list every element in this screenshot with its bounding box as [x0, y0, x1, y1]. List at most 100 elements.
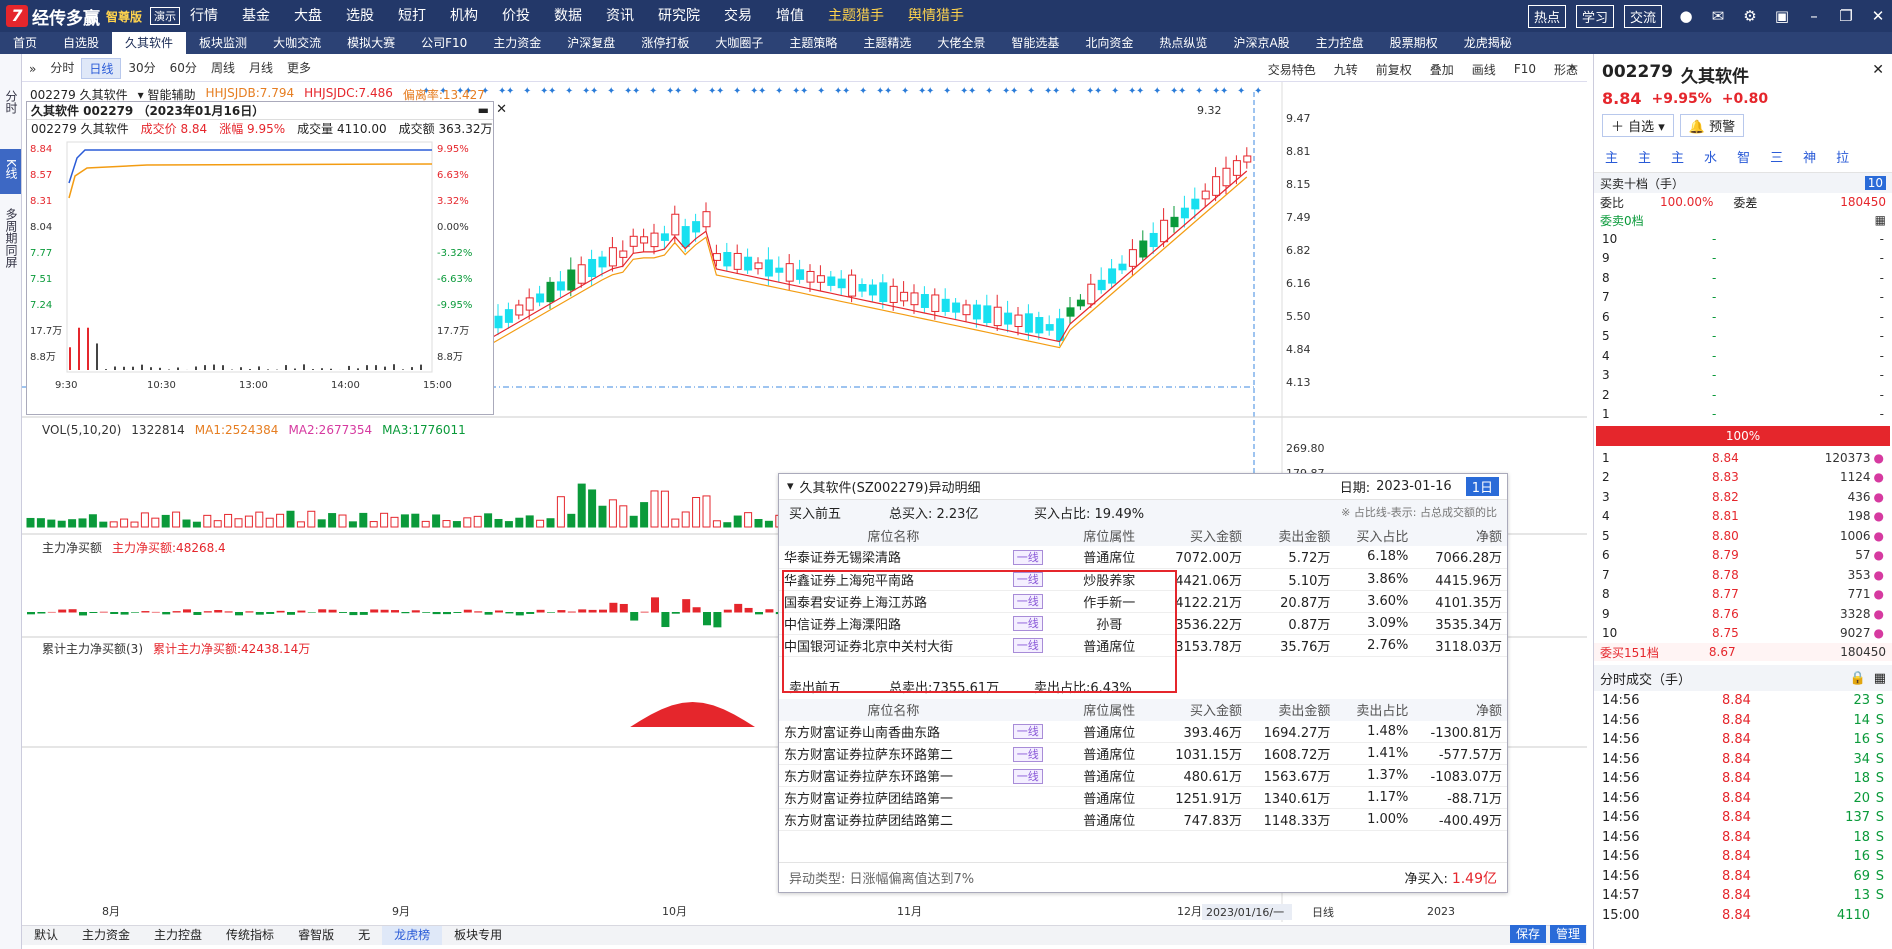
top-menu-item[interactable]: 交易 — [712, 0, 764, 32]
table-row[interactable]: 东方财富证券拉萨东环路第一 一线 普通席位 480.61万 1563.67万 1.37% -… — [779, 765, 1507, 787]
tab-item[interactable]: 主题精选 — [850, 32, 924, 54]
exchange-button[interactable]: 交流 — [1623, 4, 1662, 28]
period-tab[interactable]: 日线 — [81, 58, 122, 79]
tab-item[interactable]: 龙虎揭秘 — [1451, 32, 1525, 54]
tab-item[interactable]: 热点纵览 — [1146, 32, 1220, 54]
close-icon[interactable]: ✕ — [1864, 7, 1892, 25]
bid-row[interactable]: 5 8.80 1006 ● — [1594, 526, 1892, 546]
minimize-icon[interactable]: – — [1800, 7, 1828, 25]
bottom-tab[interactable]: 板块专用 — [442, 926, 514, 945]
bid-row[interactable]: 3 8.82 436 ● — [1594, 487, 1892, 507]
chart-tool[interactable]: 交易特色 — [1259, 61, 1325, 78]
top-menu-item[interactable]: 价投 — [490, 0, 542, 32]
quick-button[interactable]: 三 — [1765, 147, 1788, 166]
chart-tool[interactable]: 形态 — [1545, 61, 1587, 78]
save-button[interactable]: 保存 — [1510, 925, 1547, 943]
intraday-minimize-icon[interactable]: ▬ — [478, 103, 489, 117]
ask-row[interactable]: 5 - - — [1594, 327, 1892, 347]
seat-tag[interactable]: 一线 — [1012, 768, 1043, 784]
skin-icon[interactable]: ▣ — [1768, 7, 1796, 25]
bottom-tab[interactable]: 主力资金 — [70, 926, 142, 945]
panel-collapse-icon[interactable]: ▾ — [787, 479, 794, 494]
tab-item[interactable]: 大咖圈子 — [702, 32, 776, 54]
period-tab[interactable]: 分时 — [43, 58, 81, 79]
seat-tag[interactable]: 一线 — [1012, 549, 1043, 565]
bid-row[interactable]: 8 8.77 771 ● — [1594, 585, 1892, 605]
tab-item[interactable]: 沪深京A股 — [1220, 32, 1302, 54]
chart-tool[interactable]: 九转 — [1325, 61, 1367, 78]
quick-button[interactable]: 主 — [1666, 147, 1689, 166]
alert-button[interactable]: 🔔 预警 — [1679, 114, 1745, 137]
settings-icon[interactable]: ⚙ — [1736, 7, 1764, 25]
tab-item[interactable]: 涨停打板 — [628, 32, 702, 54]
expand-icon[interactable]: » — [1568, 60, 1577, 76]
bid-row[interactable]: 9 8.76 3328 ● — [1594, 604, 1892, 624]
top-menu-item[interactable]: 短打 — [386, 0, 438, 32]
bid-row[interactable]: 10 8.75 9027 ● — [1594, 624, 1892, 644]
period-tab[interactable]: 60分 — [163, 58, 204, 79]
ticks-expand-icon[interactable]: ▦ — [1874, 671, 1886, 686]
sell-count-expand-icon[interactable]: ▦ — [1875, 213, 1886, 227]
table-row[interactable]: 东方财富证券拉萨团结路第二 普通席位 747.83万 1148.33万 1.00% -40… — [779, 809, 1507, 831]
chart-tool[interactable]: 叠加 — [1421, 61, 1463, 78]
tab-item[interactable]: 久其软件 — [112, 32, 187, 54]
period-tab[interactable]: 周线 — [204, 58, 242, 79]
sidebar-item-kline[interactable]: K线 — [0, 149, 21, 194]
seat-tag[interactable]: 一线 — [1012, 724, 1043, 740]
bottom-tab[interactable]: 传统指标 — [214, 926, 286, 945]
intraday-close-icon[interactable]: ✕ — [496, 102, 507, 117]
ask-row[interactable]: 3 - - — [1594, 366, 1892, 386]
tab-item[interactable]: 模拟大赛 — [334, 32, 408, 54]
tab-item[interactable]: 主题策略 — [776, 32, 850, 54]
tab-item[interactable]: 首页 — [0, 32, 50, 54]
collapse-icon[interactable]: » — [22, 61, 43, 77]
message-icon[interactable]: ✉ — [1704, 7, 1732, 25]
tab-item[interactable]: 板块监测 — [186, 32, 260, 54]
bottom-tab[interactable]: 无 — [346, 926, 382, 945]
top-menu-item[interactable]: 主题猎手 — [816, 0, 896, 32]
lock-icon[interactable]: 🔒 — [1850, 671, 1866, 686]
quick-button[interactable]: 智 — [1732, 147, 1755, 166]
tab-item[interactable]: 自选股 — [50, 32, 112, 54]
ask-row[interactable]: 6 - - — [1594, 307, 1892, 327]
top-menu-item[interactable]: 基金 — [230, 0, 282, 32]
bid-row[interactable]: 4 8.81 198 ● — [1594, 507, 1892, 527]
ask-row[interactable]: 2 - - — [1594, 385, 1892, 405]
user-icon[interactable]: ● — [1672, 7, 1700, 25]
ask-row[interactable]: 10 - - — [1594, 229, 1892, 249]
tab-item[interactable]: 大咖交流 — [260, 32, 334, 54]
top-menu-item[interactable]: 大盘 — [282, 0, 334, 32]
top-menu-item[interactable]: 研究院 — [646, 0, 712, 32]
demo-badge[interactable]: 演示 — [150, 7, 181, 25]
chart-tool[interactable]: 前复权 — [1367, 61, 1421, 78]
bid-row[interactable]: 1 8.84 120373 ● — [1594, 448, 1892, 468]
top-menu-item[interactable]: 行情 — [178, 0, 230, 32]
quick-button[interactable]: 拉 — [1831, 147, 1854, 166]
learn-button[interactable]: 学习 — [1575, 4, 1614, 28]
table-row[interactable]: 东方财富证券拉萨团结路第一 普通席位 1251.91万 1340.61万 1.17% -8… — [779, 787, 1507, 809]
table-row[interactable]: 东方财富证券山南香曲东路 一线 普通席位 393.46万 1694.27万 1.48% -1… — [779, 721, 1507, 743]
chart-tool[interactable]: F10 — [1505, 62, 1545, 76]
quick-button[interactable]: 主 — [1633, 147, 1656, 166]
bid-row[interactable]: 7 8.78 353 ● — [1594, 565, 1892, 585]
restore-icon[interactable]: ❐ — [1832, 7, 1860, 25]
ask-row[interactable]: 7 - - — [1594, 288, 1892, 308]
ask-row[interactable]: 8 - - — [1594, 268, 1892, 288]
tab-item[interactable]: 智能选基 — [998, 32, 1072, 54]
period-tab[interactable]: 30分 — [121, 58, 162, 79]
tab-item[interactable]: 北向资金 — [1072, 32, 1146, 54]
tab-item[interactable]: 股票期权 — [1377, 32, 1451, 54]
bottom-tab[interactable]: 睿智版 — [286, 926, 346, 945]
tab-item[interactable]: 主力资金 — [480, 32, 554, 54]
orderbook-count[interactable]: 10 — [1864, 176, 1886, 190]
panel-close-icon[interactable]: ✕ — [1872, 62, 1884, 87]
quick-button[interactable]: 神 — [1798, 147, 1821, 166]
table-row[interactable]: 东方财富证券拉萨东环路第二 一线 普通席位 1031.15万 1608.72万 1.41%… — [779, 743, 1507, 765]
bottom-tab[interactable]: 主力控盘 — [142, 926, 214, 945]
quick-button[interactable]: 水 — [1699, 147, 1722, 166]
period-badge[interactable]: 1日 — [1465, 477, 1499, 496]
top-menu-item[interactable]: 选股 — [334, 0, 386, 32]
manage-button[interactable]: 管理 — [1550, 925, 1587, 943]
period-tab[interactable]: 月线 — [242, 58, 280, 79]
hot-button[interactable]: 热点 — [1527, 4, 1566, 28]
